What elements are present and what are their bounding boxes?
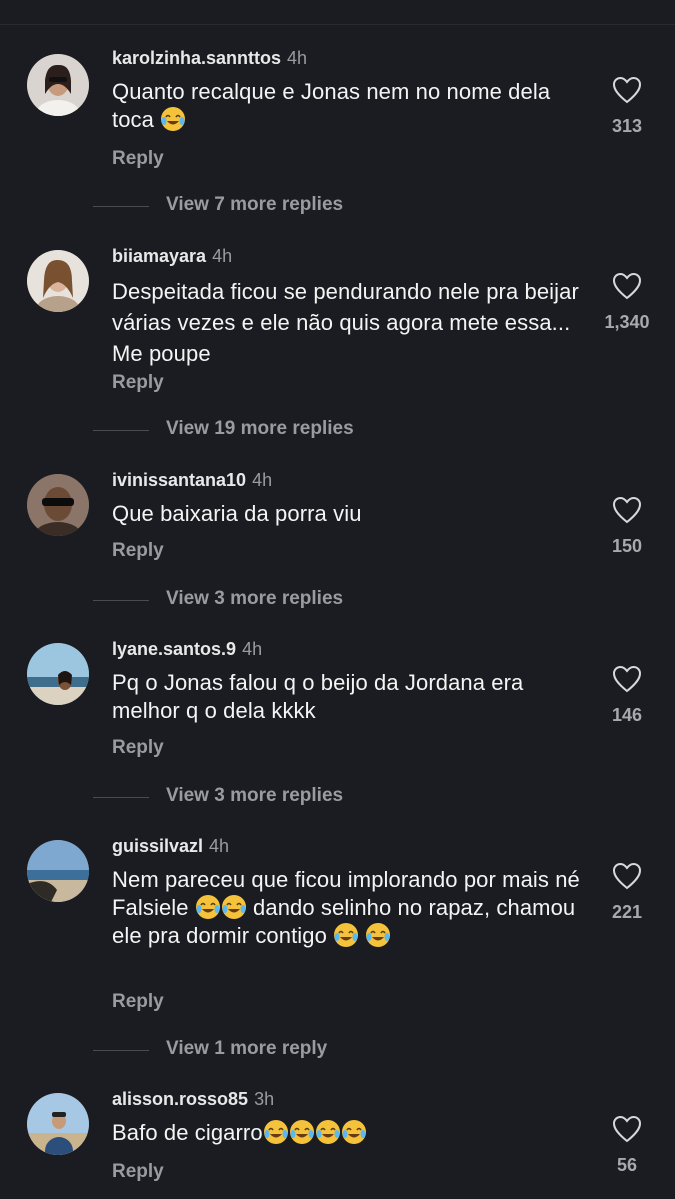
comment-text: Pq o Jonas falou q o beijo da Jordana er… bbox=[112, 670, 524, 723]
view-replies-link[interactable]: View 1 more reply bbox=[166, 1038, 327, 1060]
view-replies-link[interactable]: View 19 more replies bbox=[166, 418, 354, 440]
laughing-emoji-icon bbox=[315, 1119, 341, 1145]
heart-outline-icon[interactable] bbox=[612, 272, 642, 300]
divider bbox=[93, 797, 149, 798]
avatar[interactable] bbox=[27, 54, 89, 116]
reply-button[interactable]: Reply bbox=[112, 372, 164, 394]
comment-text: Que baixaria da porra viu bbox=[112, 501, 362, 526]
laughing-emoji-icon bbox=[365, 922, 391, 948]
top-divider bbox=[0, 24, 675, 25]
reply-button[interactable]: Reply bbox=[112, 1161, 164, 1183]
laughing-emoji-icon bbox=[333, 922, 359, 948]
username[interactable]: guissilvazl bbox=[112, 836, 203, 856]
comment-meta: biiamayara 4h bbox=[112, 246, 232, 267]
divider bbox=[93, 430, 149, 431]
like-count: 1,340 bbox=[604, 312, 650, 332]
avatar[interactable] bbox=[27, 474, 89, 536]
comment-text: Quanto recalque e Jonas nem no nome dela… bbox=[112, 79, 551, 132]
like-count: 146 bbox=[611, 705, 643, 725]
comment-text: Nem pareceu que ficou implorando por mai… bbox=[112, 867, 580, 948]
heart-outline-icon[interactable] bbox=[612, 862, 642, 890]
comment-meta: ivinissantana10 4h bbox=[112, 470, 272, 491]
like-control: 56 bbox=[592, 1115, 662, 1176]
comment-meta: karolzinha.sannttos 4h bbox=[112, 48, 307, 69]
laughing-emoji-icon bbox=[341, 1119, 367, 1145]
avatar[interactable] bbox=[27, 643, 89, 705]
laughing-emoji-icon bbox=[263, 1119, 289, 1145]
comment-meta: guissilvazl 4h bbox=[112, 836, 229, 857]
username[interactable]: biiamayara bbox=[112, 246, 206, 266]
username[interactable]: karolzinha.sannttos bbox=[112, 48, 281, 68]
heart-outline-icon[interactable] bbox=[612, 1115, 642, 1143]
avatar[interactable] bbox=[27, 1093, 89, 1155]
timestamp: 4h bbox=[209, 836, 230, 856]
heart-outline-icon[interactable] bbox=[612, 76, 642, 104]
like-count: 56 bbox=[616, 1155, 638, 1175]
view-replies-link[interactable]: View 7 more replies bbox=[166, 194, 343, 216]
like-control: 146 bbox=[592, 665, 662, 726]
timestamp: 4h bbox=[287, 48, 308, 68]
like-control: 221 bbox=[592, 862, 662, 923]
comment-text: Bafo de cigarro bbox=[112, 1119, 592, 1147]
heart-outline-icon[interactable] bbox=[612, 665, 642, 693]
like-control: 150 bbox=[592, 496, 662, 557]
laughing-emoji-icon bbox=[289, 1119, 315, 1145]
username[interactable]: lyane.santos.9 bbox=[112, 639, 236, 659]
avatar[interactable] bbox=[27, 250, 89, 312]
like-control: 1,340 bbox=[592, 272, 662, 333]
timestamp: 3h bbox=[254, 1089, 275, 1109]
reply-button[interactable]: Reply bbox=[112, 737, 164, 759]
view-replies-link[interactable]: View 3 more replies bbox=[166, 588, 343, 610]
like-count: 150 bbox=[611, 536, 643, 556]
laughing-emoji-icon bbox=[160, 106, 186, 132]
username[interactable]: alisson.rosso85 bbox=[112, 1089, 248, 1109]
like-count: 313 bbox=[611, 116, 643, 136]
reply-button[interactable]: Reply bbox=[112, 540, 164, 562]
like-count: 221 bbox=[611, 902, 643, 922]
laughing-emoji-icon bbox=[195, 894, 221, 920]
avatar[interactable] bbox=[27, 840, 89, 902]
comment-meta: lyane.santos.9 4h bbox=[112, 639, 262, 660]
heart-outline-icon[interactable] bbox=[612, 496, 642, 524]
comment-text: Despeitada ficou se pendurando nele pra … bbox=[112, 279, 579, 366]
divider bbox=[93, 206, 149, 207]
timestamp: 4h bbox=[242, 639, 263, 659]
divider bbox=[93, 1050, 149, 1051]
reply-button[interactable]: Reply bbox=[112, 148, 164, 170]
reply-button[interactable]: Reply bbox=[112, 991, 164, 1013]
divider bbox=[93, 600, 149, 601]
timestamp: 4h bbox=[212, 246, 233, 266]
username[interactable]: ivinissantana10 bbox=[112, 470, 246, 490]
comment-meta: alisson.rosso85 3h bbox=[112, 1089, 274, 1110]
like-control: 313 bbox=[592, 76, 662, 137]
view-replies-link[interactable]: View 3 more replies bbox=[166, 785, 343, 807]
laughing-emoji-icon bbox=[221, 894, 247, 920]
timestamp: 4h bbox=[252, 470, 273, 490]
